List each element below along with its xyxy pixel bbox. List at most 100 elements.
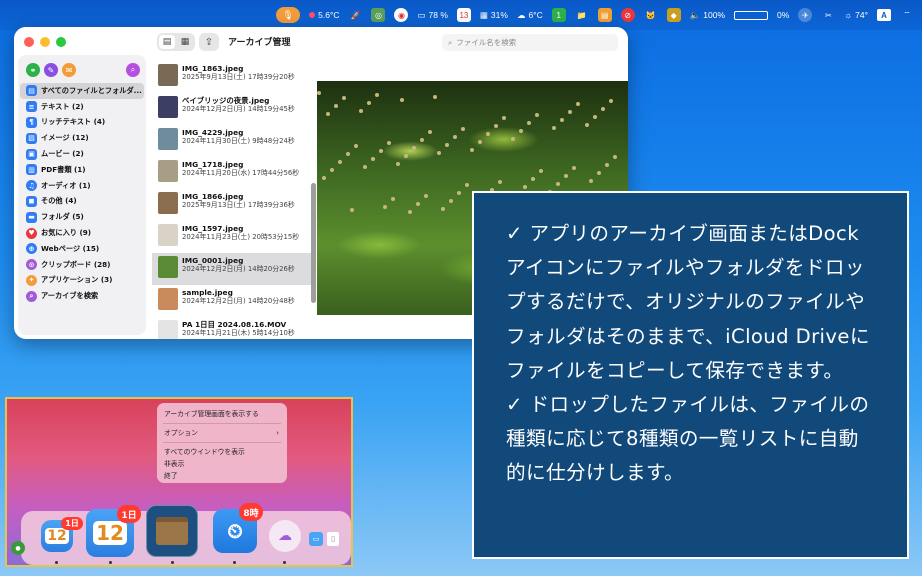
moss-capsule	[420, 138, 424, 142]
sidebar-item[interactable]: ▤ すべてのファイルとフォルダ...	[20, 83, 144, 99]
file-row[interactable]: sample.jpeg 2024年12月2日(月) 14時20分48秒	[152, 285, 316, 317]
menu-item-quit[interactable]: 終了	[157, 470, 287, 482]
folder-status-icon[interactable]: 📁	[575, 8, 589, 22]
menu-item-show-archive[interactable]: アーカイブ管理画面を表示する	[157, 408, 287, 420]
wifi-icon[interactable]: ⌔	[900, 8, 914, 22]
moss-capsule	[317, 91, 321, 95]
file-row[interactable]: IMG_1863.jpeg 2025年9月13日(土) 17時39分20秒	[152, 61, 316, 93]
input-source-indicator[interactable]: A	[877, 9, 891, 21]
sidebar-item-label: アプリケーション (3)	[41, 275, 113, 285]
file-row[interactable]: ベイブリッジの夜景.jpeg 2024年12月2日(月) 14時19分45秒	[152, 93, 316, 125]
file-row[interactable]: IMG_0001.jpeg 2024年12月2日(月) 14時20分26秒	[152, 253, 316, 285]
sidebar-item-label: イメージ (12)	[41, 133, 89, 143]
search-field[interactable]: ⌕ ファイル名を検索	[442, 34, 618, 51]
record-status-icon[interactable]: ◉	[394, 8, 409, 22]
close-button[interactable]	[24, 37, 34, 47]
sidebar-item[interactable]: ◼ その他 (4)	[18, 194, 146, 210]
globe-status-icon[interactable]: ◎	[371, 8, 386, 22]
moss-capsule	[379, 149, 383, 153]
moss-capsule	[478, 140, 482, 144]
file-date: 2024年12月2日(月) 14時20分48秒	[182, 297, 295, 305]
wrench-icon[interactable]: ✂	[821, 8, 835, 22]
cpu-status[interactable]: ▭ 78 %	[417, 10, 447, 21]
moss-capsule	[363, 165, 367, 169]
sidebar-item[interactable]: ▥ PDF書類 (1)	[18, 162, 146, 178]
zoom-button[interactable]	[56, 37, 66, 47]
sidebar-item[interactable]: ⊕ Webページ (15)	[18, 241, 146, 257]
moss-capsule	[535, 113, 539, 117]
running-indicator	[109, 561, 112, 564]
file-thumbnail	[158, 64, 178, 86]
file-date: 2024年11月21日(木) 5時14分10秒	[182, 329, 295, 337]
dock-badge-timer: 8時	[239, 503, 263, 521]
clip-status-icon[interactable]: ⊘	[620, 8, 635, 22]
rocket-icon[interactable]: 🚀	[348, 8, 362, 22]
sidebar-item-label: すべてのファイルとフォルダ...	[41, 85, 142, 95]
microphone-icon[interactable]: 🎙	[276, 7, 301, 23]
sensor-temp-status[interactable]: ☼ 74°	[844, 10, 868, 20]
file-row[interactable]: IMG_1597.jpeg 2024年11月23日(土) 20時53分15秒	[152, 221, 316, 253]
sidebar-item[interactable]: ≡ テキスト (2)	[18, 99, 146, 115]
memory-status[interactable]: ▦ 31%	[480, 10, 508, 21]
running-indicator	[171, 561, 174, 564]
pdf-icon: ▥	[26, 164, 37, 176]
moss-capsule	[359, 109, 363, 113]
file-row[interactable]: IMG_1718.jpeg 2024年11月20日(水) 17時44分56秒	[152, 157, 316, 189]
sidebar-search-icon[interactable]: ⌕	[126, 63, 140, 77]
file-row[interactable]: PA 1日目 2024.08.16.MOV 2024年11月21日(木) 5時14…	[152, 317, 316, 339]
sidebar-item[interactable]: ♥ お気に入り (9)	[18, 225, 146, 241]
moss-capsule	[576, 102, 580, 106]
dock-app-archive[interactable]	[146, 505, 198, 557]
moss-capsule	[322, 176, 326, 180]
file-row[interactable]: IMG_1866.jpeg 2025年9月13日(土) 17時39分36秒	[152, 189, 316, 221]
sidebar-item[interactable]: ♫ オーディオ (1)	[18, 178, 146, 194]
dock-app-finder-small[interactable]: ▭	[309, 532, 323, 546]
dock-app-cloud-folder[interactable]: ☁	[269, 520, 301, 552]
sidebar-item[interactable]: ▬ フォルダ (5)	[18, 209, 146, 225]
brightness-status[interactable]: 0%	[777, 10, 789, 20]
moss-capsule	[404, 154, 408, 158]
sidebar-item[interactable]: ⊙ クリップボード (28)	[18, 257, 146, 273]
grid-view-icon[interactable]: ▦	[177, 35, 193, 49]
moss-capsule	[346, 152, 350, 156]
file-name: ベイブリッジの夜景.jpeg	[182, 96, 270, 105]
file-date: 2025年9月13日(土) 17時39分20秒	[182, 73, 295, 81]
sidebar-item-label: その他 (4)	[41, 196, 77, 206]
weather-status[interactable]: ☁ 6°C	[517, 10, 543, 21]
moss-capsule	[498, 180, 502, 184]
weather-temp-status[interactable]: 5.6°C	[309, 10, 339, 20]
shield-icon[interactable]: ◆	[666, 8, 681, 22]
file-text: IMG_4229.jpeg 2024年11月30日(土) 9時48分24秒	[182, 128, 295, 146]
file-text: sample.jpeg 2024年12月2日(月) 14時20分48秒	[182, 288, 295, 306]
minimize-button[interactable]	[40, 37, 50, 47]
volume-status[interactable]: 🔈 100%	[690, 10, 725, 21]
dock-app-small-status[interactable]: ●	[11, 541, 25, 555]
file-row[interactable]: IMG_4229.jpeg 2024年11月30日(土) 9時48分24秒	[152, 125, 316, 157]
sidebar-item-label: アーカイブを検索	[41, 291, 99, 301]
mail-icon[interactable]: ✉	[62, 63, 76, 77]
running-indicator	[55, 561, 58, 564]
sidebar-item[interactable]: ¶ リッチテキスト (4)	[18, 115, 146, 131]
sidebar-item[interactable]: ▣ ムービー (2)	[18, 146, 146, 162]
dock-app-doc-small[interactable]: ▯	[327, 532, 339, 546]
cat-icon[interactable]: 🐱	[644, 8, 658, 22]
menu-item-options[interactable]: オプション ›	[157, 427, 287, 439]
airplane-icon[interactable]: ✈	[798, 8, 813, 22]
menu-item-show-all-windows[interactable]: すべてのウインドウを表示	[157, 446, 287, 458]
battery-icon[interactable]	[734, 10, 769, 20]
sidebar-item[interactable]: ▨ イメージ (12)	[18, 130, 146, 146]
menu-item-hide[interactable]: 非表示	[157, 458, 287, 470]
paperclip-icon[interactable]: ✎	[44, 63, 58, 77]
list-view-icon[interactable]: ▤	[159, 35, 175, 49]
sidebar-item[interactable]: ⌕ アーカイブを検索	[18, 288, 146, 304]
doc-stack-icon: ▤	[26, 85, 37, 97]
file-list-scrollbar[interactable]	[311, 183, 316, 303]
link-icon[interactable]: ⚭	[26, 63, 40, 77]
green-badge-icon[interactable]: 1	[551, 8, 566, 22]
sidebar-item[interactable]: ✦ アプリケーション (3)	[18, 273, 146, 289]
archive-status-icon[interactable]: ▤	[597, 8, 612, 22]
moss-capsule	[560, 118, 564, 122]
share-icon[interactable]: ⇪	[199, 33, 219, 51]
calendar-icon[interactable]: 13	[456, 8, 471, 22]
sidebar-item-label: お気に入り (9)	[41, 228, 92, 238]
